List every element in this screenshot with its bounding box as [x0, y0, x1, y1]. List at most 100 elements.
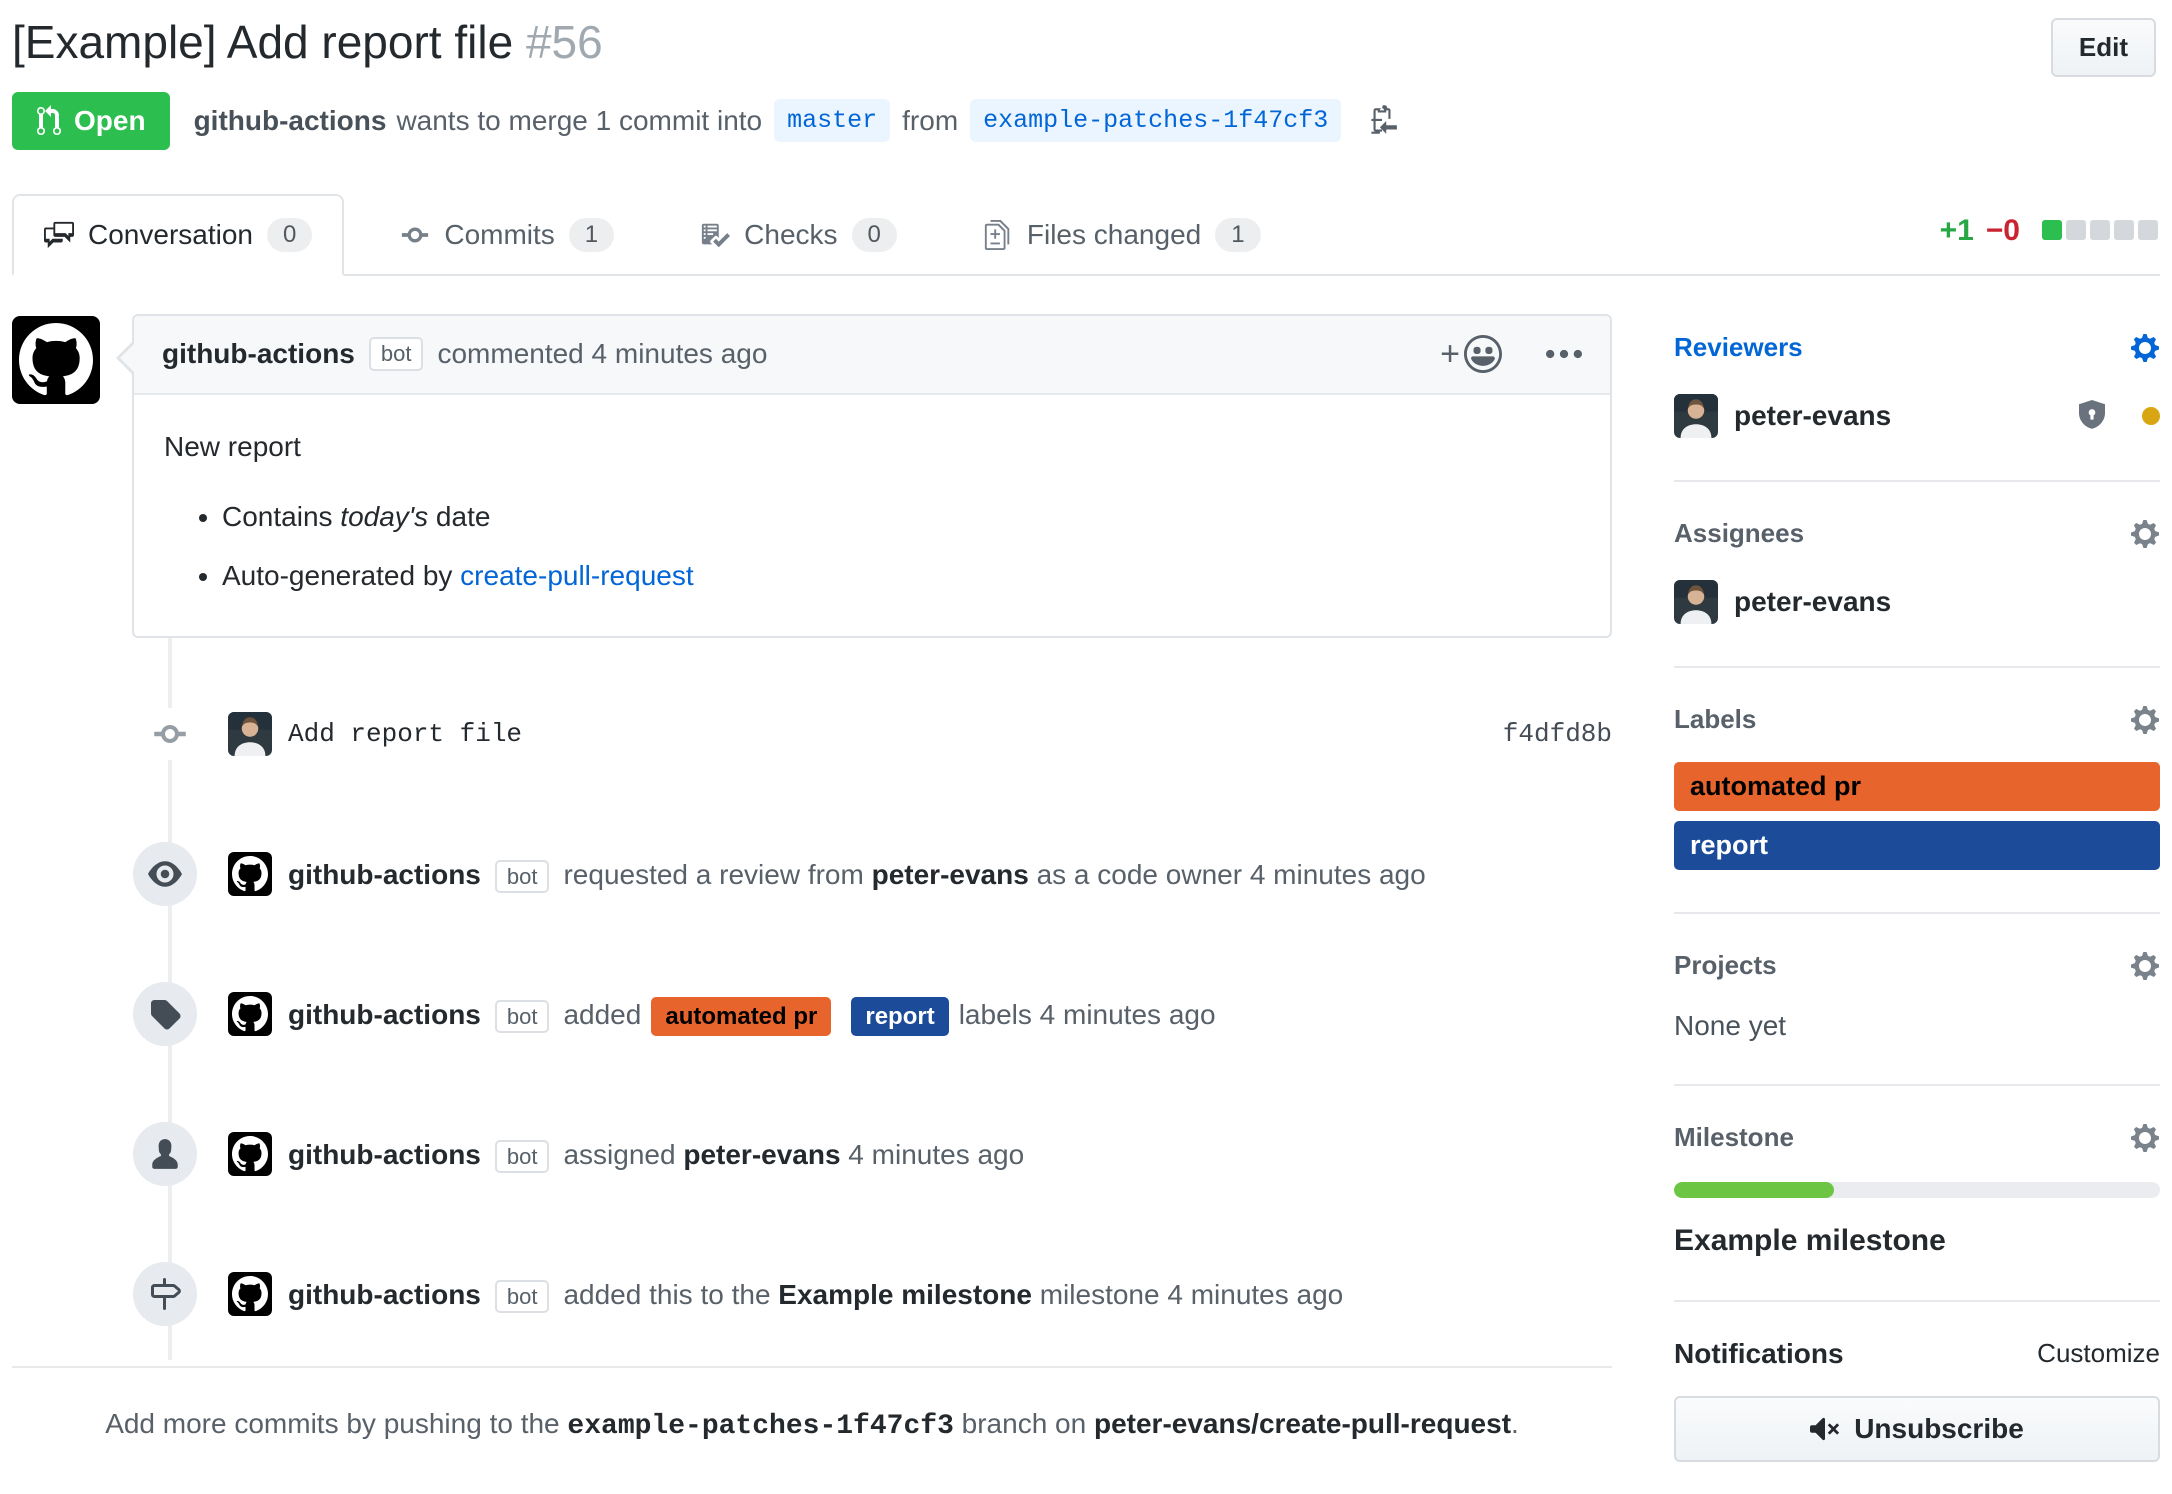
tab-files-changed[interactable]: Files changed 1: [953, 196, 1291, 274]
tab-label: Commits: [444, 219, 554, 251]
comment-bullet-1: Contains today's date: [222, 497, 1580, 538]
reviewer-avatar[interactable]: [1674, 394, 1718, 438]
pr-author[interactable]: github-actions: [194, 105, 387, 137]
github-actions-avatar[interactable]: [228, 1272, 272, 1316]
assignee-link[interactable]: peter-evans: [683, 1139, 840, 1170]
labels-header: Labels: [1674, 704, 2160, 736]
pr-description-comment: github-actions bot commented 4 minutes ago…: [12, 314, 1612, 639]
label-report[interactable]: report: [1674, 821, 2160, 870]
unsubscribe-label: Unsubscribe: [1854, 1413, 2024, 1445]
milestone-icon: [133, 1262, 197, 1326]
github-actions-avatar[interactable]: [12, 316, 100, 404]
diff-block: [2066, 220, 2086, 240]
tab-counter: 0: [852, 218, 897, 252]
labels-heading: Labels: [1674, 704, 1756, 735]
label-automated-pr[interactable]: automated pr: [1674, 762, 2160, 811]
committer-avatar[interactable]: [228, 712, 272, 756]
projects-empty-text: None yet: [1674, 1010, 2160, 1042]
kebab-menu-button[interactable]: [1546, 349, 1582, 359]
event-actor-link[interactable]: github-actions: [288, 1139, 481, 1170]
github-actions-avatar[interactable]: [228, 992, 272, 1036]
notifications-header: Notifications Customize: [1674, 1338, 2160, 1370]
assignee-name-link[interactable]: peter-evans: [1734, 586, 1891, 618]
event-review-requested: github-actionsbotrequested a review from…: [12, 842, 1612, 906]
tab-label: Files changed: [1027, 219, 1201, 251]
diff-icon: [983, 220, 1013, 250]
comment-meta: commented 4 minutes ago: [437, 338, 767, 370]
create-pull-request-link[interactable]: create-pull-request: [460, 560, 693, 591]
tab-conversation[interactable]: Conversation 0: [12, 194, 344, 276]
assignees-section: Assignees peter-evans: [1674, 480, 2160, 666]
bot-badge: bot: [495, 1140, 550, 1173]
diff-block: [2042, 220, 2062, 240]
diffstat-additions: +1: [1940, 214, 1974, 248]
projects-heading: Projects: [1674, 950, 1777, 981]
commit-message-link[interactable]: Add report file: [288, 719, 522, 749]
commit-sha-link[interactable]: f4dfd8b: [1503, 719, 1612, 749]
bot-badge: bot: [369, 337, 424, 371]
diffstat: +1 −0: [1940, 214, 2158, 248]
event-text: github-actionsbotadded this to the Examp…: [288, 1275, 1343, 1314]
label-report[interactable]: report: [851, 997, 948, 1036]
tab-commits[interactable]: Commits 1: [370, 196, 644, 274]
copy-branch-icon[interactable]: [1367, 104, 1397, 138]
notifications-reason-text: You're receiving notifications because y…: [1674, 1486, 2160, 1494]
notifications-heading: Notifications: [1674, 1338, 1844, 1370]
comment-actions: +: [1440, 335, 1582, 374]
pr-state-label: Open: [74, 105, 146, 137]
bot-badge: bot: [495, 1000, 550, 1033]
merge-text: wants to merge 1 commit into: [396, 105, 762, 137]
conversation-icon: [44, 220, 74, 250]
unsubscribe-button[interactable]: Unsubscribe: [1674, 1396, 2160, 1462]
projects-header: Projects: [1674, 950, 2160, 982]
event-text: github-actionsbotassigned peter-evans 4 …: [288, 1135, 1024, 1174]
label-automated-pr[interactable]: automated pr: [651, 997, 831, 1036]
tab-checks[interactable]: Checks 0: [670, 196, 927, 274]
gear-icon[interactable]: [2130, 950, 2160, 982]
labels-section: Labels automated pr report: [1674, 666, 2160, 912]
event-actor-link[interactable]: github-actions: [288, 999, 481, 1030]
comment-author[interactable]: github-actions: [162, 338, 355, 370]
event-milestoned: github-actionsbotadded this to the Examp…: [12, 1262, 1612, 1326]
diff-block: [2138, 220, 2158, 240]
commit-row: Add report file f4dfd8b: [12, 702, 1612, 766]
pending-review-dot: [2142, 407, 2160, 425]
customize-link[interactable]: Customize: [2037, 1338, 2160, 1369]
base-branch-chip[interactable]: master: [774, 99, 890, 142]
diff-block: [2114, 220, 2134, 240]
edit-button[interactable]: Edit: [2051, 18, 2156, 77]
reviewer-name-link[interactable]: peter-evans: [1734, 400, 1891, 432]
person-icon: [133, 1122, 197, 1186]
add-reaction-button[interactable]: +: [1440, 335, 1502, 374]
reviewers-header: Reviewers: [1674, 332, 2160, 364]
gear-icon[interactable]: [2130, 1122, 2160, 1154]
comment-bullet-2: Auto-generated by create-pull-request: [222, 556, 1580, 597]
tab-label: Checks: [744, 219, 837, 251]
milestone-name-link[interactable]: Example milestone: [1674, 1224, 2160, 1258]
reviewer-link[interactable]: peter-evans: [872, 859, 1029, 890]
event-actor-link[interactable]: github-actions: [288, 1279, 481, 1310]
tab-label: Conversation: [88, 219, 253, 251]
assignee-avatar[interactable]: [1674, 580, 1718, 624]
pull-request-page: [Example] Add report file #56 Edit Open …: [0, 0, 2172, 1494]
bot-badge: bot: [495, 860, 550, 893]
github-actions-avatar[interactable]: [228, 852, 272, 896]
milestone-header: Milestone: [1674, 1122, 2160, 1154]
gear-icon[interactable]: [2130, 518, 2160, 550]
git-commit-icon: [148, 708, 192, 760]
pr-state-badge: Open: [12, 92, 170, 150]
italic-text: today's: [340, 501, 428, 532]
event-actor-link[interactable]: github-actions: [288, 859, 481, 890]
diff-block: [2090, 220, 2110, 240]
head-branch-chip[interactable]: example-patches-1f47cf3: [970, 99, 1341, 142]
gear-icon[interactable]: [2130, 332, 2160, 364]
github-actions-avatar[interactable]: [228, 1132, 272, 1176]
milestone-progress-fill: [1674, 1182, 1834, 1198]
gear-icon[interactable]: [2130, 704, 2160, 736]
reviewers-heading-link[interactable]: Reviewers: [1674, 332, 1803, 363]
pr-meta-row: Open github-actions wants to merge 1 comm…: [12, 92, 2160, 150]
shield-lock-icon: [2076, 400, 2108, 432]
notifications-section: Notifications Customize Unsubscribe You'…: [1674, 1300, 2160, 1494]
tab-counter: 0: [267, 218, 312, 252]
milestone-link[interactable]: Example milestone: [778, 1279, 1032, 1310]
